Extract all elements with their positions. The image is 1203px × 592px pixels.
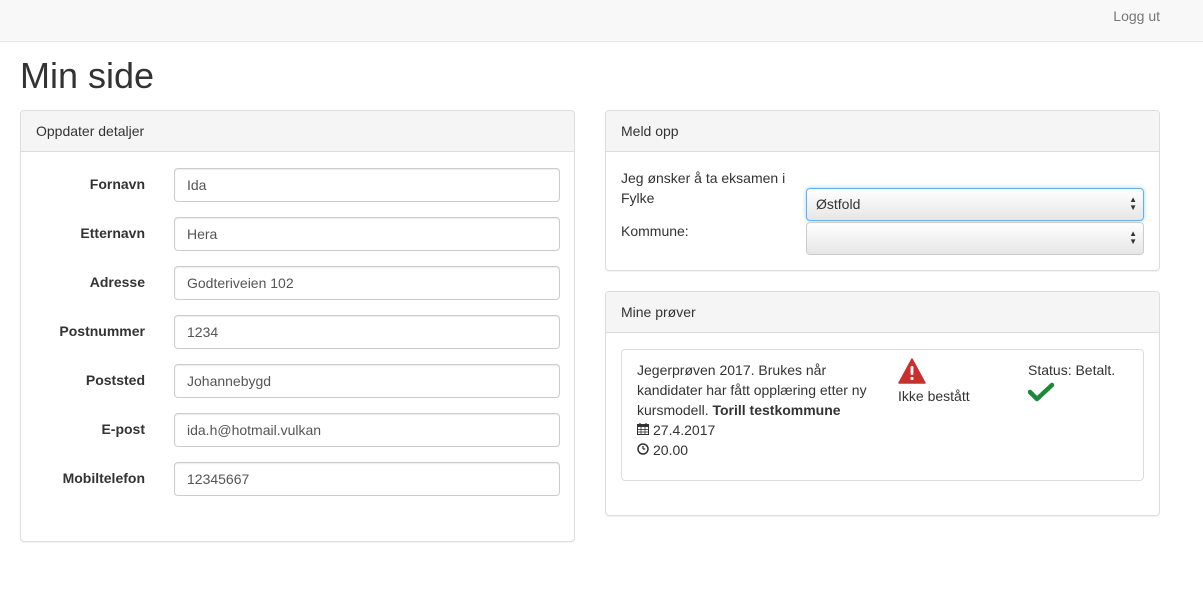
- exam-status-text: Status: Betalt.: [1028, 362, 1116, 378]
- register-panel-heading: Meld opp: [606, 111, 1159, 152]
- fylke-select[interactable]: Østfold ▲ ▼: [806, 188, 1144, 221]
- firstname-label: Fornavn: [89, 176, 145, 192]
- exam-time-line: 20.00: [637, 440, 877, 460]
- kommune-label: Kommune:: [621, 223, 689, 239]
- address-label: Adresse: [89, 274, 145, 290]
- exam-in-label: Jeg ønsker å ta eksamen i: [621, 170, 786, 186]
- address-row: Adresse: [21, 266, 576, 300]
- exam-location: Torill testkommune: [712, 402, 841, 418]
- select-updown-icon: ▲ ▼: [1129, 229, 1137, 246]
- email-input[interactable]: [174, 413, 560, 447]
- lastname-label: Etternavn: [80, 225, 145, 241]
- exam-location-text: Jeg ønsker å ta eksamen i Fylke: [621, 168, 791, 208]
- calendar-icon: [637, 420, 649, 440]
- fylke-label: Fylke: [621, 190, 655, 206]
- warning-triangle-icon: [898, 358, 926, 387]
- postal-place-input[interactable]: [174, 364, 560, 398]
- exam-result-text: Ikke bestått: [898, 388, 970, 404]
- firstname-row: Fornavn: [21, 168, 576, 202]
- my-exams-panel-heading: Mine prøver: [606, 292, 1159, 333]
- check-icon: [1027, 382, 1055, 405]
- mobile-input[interactable]: [174, 462, 560, 496]
- register-panel: Meld opp Jeg ønsker å ta eksamen i Fylke…: [605, 110, 1160, 271]
- address-input[interactable]: [174, 266, 560, 300]
- clock-icon: [637, 440, 649, 460]
- postal-code-row: Postnummer: [21, 315, 576, 349]
- top-navbar: Logg ut: [0, 0, 1203, 42]
- exam-date-line: 27.4.2017: [637, 420, 877, 440]
- lastname-input[interactable]: [174, 217, 560, 251]
- postal-code-label: Postnummer: [59, 323, 145, 339]
- my-exams-panel: Mine prøver Jegerprøven 2017. Brukes når…: [605, 291, 1160, 516]
- fylke-select-value: Østfold: [816, 196, 861, 212]
- firstname-input[interactable]: [174, 168, 560, 202]
- exam-status: Status: Betalt.: [1027, 362, 1138, 402]
- logout-link[interactable]: Logg ut: [1113, 8, 1160, 24]
- email-label: E-post: [101, 421, 145, 437]
- postal-place-row: Poststed: [21, 364, 576, 398]
- lastname-row: Etternavn: [21, 217, 576, 251]
- exam-date: 27.4.2017: [653, 422, 716, 438]
- email-row: E-post: [21, 413, 576, 447]
- kommune-select[interactable]: ▲ ▼: [806, 222, 1144, 255]
- select-updown-icon: ▲ ▼: [1129, 195, 1137, 212]
- postal-code-input[interactable]: [174, 315, 560, 349]
- mobile-label: Mobiltelefon: [62, 470, 145, 486]
- mobile-row: Mobiltelefon: [21, 462, 576, 496]
- exam-description: Jegerprøven 2017. Brukes når kandidater …: [637, 360, 877, 460]
- exam-card: Jegerprøven 2017. Brukes når kandidater …: [621, 349, 1144, 481]
- details-panel: Oppdater detaljer Fornavn Etternavn Adre…: [20, 110, 575, 542]
- exam-time: 20.00: [653, 442, 689, 458]
- page-title: Min side: [20, 55, 155, 96]
- exam-result: Ikke bestått: [898, 358, 998, 404]
- details-panel-heading: Oppdater detaljer: [21, 111, 574, 152]
- postal-place-label: Poststed: [85, 372, 145, 388]
